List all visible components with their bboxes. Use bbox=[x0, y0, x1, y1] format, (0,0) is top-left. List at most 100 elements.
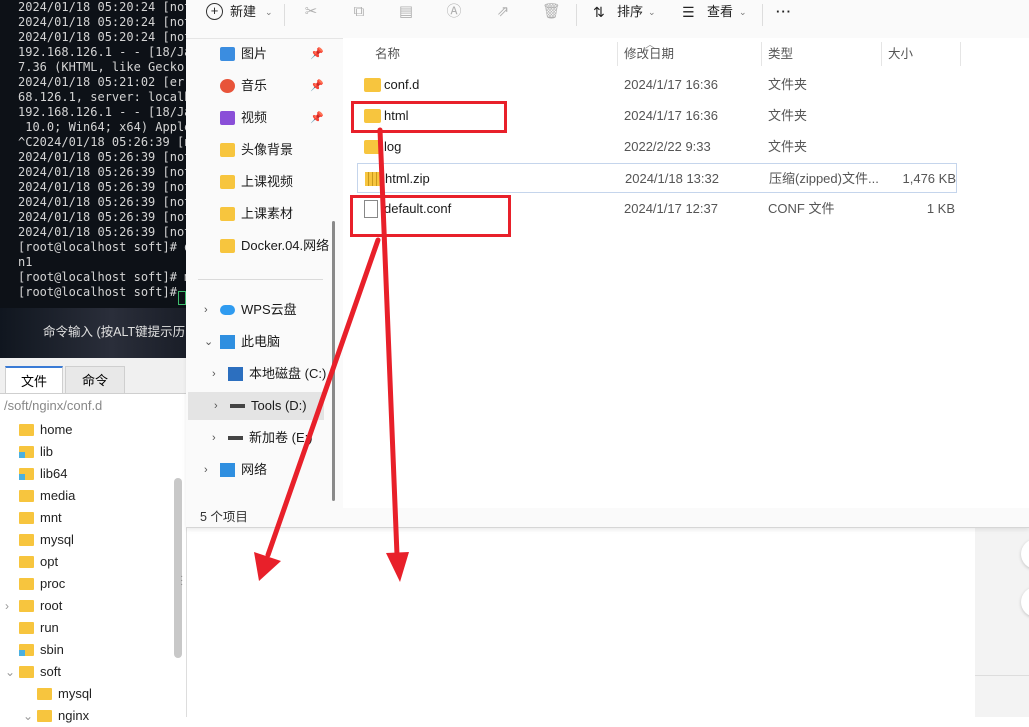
file-row[interactable]: html.zip 2024/1/18 13:32 压缩(zipped)文件... 1,… bbox=[357, 163, 957, 193]
nav-item-label: 新加卷 (E:) bbox=[249, 430, 313, 445]
file-row[interactable]: log 2022/2/22 9:33 文件夹 bbox=[357, 132, 957, 162]
terminal-line: ^C2024/01/18 05:26:39 [n bbox=[18, 135, 186, 149]
file-date: 2024/1/17 16:36 bbox=[624, 108, 718, 123]
nav-item-Tools (D:)[interactable]: › Tools (D:) bbox=[188, 392, 324, 420]
nav-item-label: WPS云盘 bbox=[241, 302, 297, 317]
nav-divider bbox=[198, 279, 323, 280]
chevron-down-icon[interactable]: ⌄ bbox=[23, 705, 33, 727]
tree-item-proc[interactable]: proc bbox=[0, 573, 172, 595]
terminal-line: 2024/01/18 05:26:39 [not bbox=[18, 195, 186, 209]
tree-item-lib64[interactable]: lib64 bbox=[0, 463, 172, 485]
tree-item-sbin[interactable]: sbin bbox=[0, 639, 172, 661]
path-input[interactable]: /soft/nginx/conf.d bbox=[4, 396, 179, 416]
tree-item-soft[interactable]: ⌄ soft bbox=[0, 661, 172, 683]
chevron-right-icon[interactable]: › bbox=[212, 360, 216, 388]
share-icon[interactable]: ⇗ bbox=[495, 4, 511, 20]
tree-item-mnt[interactable]: mnt bbox=[0, 507, 172, 529]
folder-icon bbox=[37, 688, 52, 700]
pc-icon bbox=[220, 335, 235, 349]
nav-item-视频[interactable]: 视频 📌 bbox=[186, 104, 336, 132]
column-name-header[interactable]: 名称 bbox=[375, 44, 400, 64]
tree-item-nginx[interactable]: ⌄ nginx bbox=[0, 705, 172, 727]
pin-icon: 📌 bbox=[310, 48, 324, 60]
chevron-right-icon[interactable]: › bbox=[212, 424, 216, 452]
chevron-right-icon[interactable]: › bbox=[204, 456, 208, 484]
tree-item-home[interactable]: home bbox=[0, 419, 172, 441]
command-input[interactable]: 命令输入 (按ALT键提示历 bbox=[0, 318, 186, 346]
tree-item-mysql[interactable]: mysql bbox=[0, 529, 172, 551]
drive-c-icon bbox=[228, 367, 243, 381]
tab-files[interactable]: 文件 bbox=[5, 366, 63, 393]
nav-item-上课视频[interactable]: 上课视频 bbox=[186, 168, 336, 196]
tree-item-label: mysql bbox=[40, 532, 74, 547]
nav-item-音乐[interactable]: 音乐 📌 bbox=[186, 72, 336, 100]
folder-icon bbox=[19, 644, 34, 656]
chevron-right-icon[interactable]: › bbox=[204, 296, 208, 324]
column-separator[interactable] bbox=[881, 42, 882, 66]
chevron-down-icon[interactable]: ⌄ bbox=[5, 661, 15, 683]
folder-icon bbox=[19, 622, 34, 634]
rename-icon[interactable]: Ⓐ bbox=[446, 4, 462, 20]
folder-icon bbox=[19, 600, 34, 612]
nav-item-上课素材[interactable]: 上课素材 bbox=[186, 200, 336, 228]
chevron-right-icon[interactable]: › bbox=[5, 595, 9, 617]
annotation-box-html bbox=[351, 101, 507, 133]
chevron-down-icon: ⌄ bbox=[739, 7, 747, 17]
tree-item-label: root bbox=[40, 598, 63, 613]
column-separator[interactable] bbox=[960, 42, 961, 66]
column-separator[interactable] bbox=[617, 42, 618, 66]
tree-item-label: sbin bbox=[40, 642, 64, 657]
tree-item-label: nginx bbox=[58, 708, 90, 723]
file-size: 1 KB bbox=[926, 201, 955, 216]
sftp-file-panel: 文件 命令 /soft/nginx/conf.d home lib lib64 med… bbox=[0, 358, 187, 723]
background-window bbox=[186, 527, 976, 717]
chevron-right-icon[interactable]: › bbox=[214, 392, 218, 420]
tree-item-media[interactable]: media bbox=[0, 485, 172, 507]
splitter-handle[interactable]: · · · bbox=[180, 572, 183, 590]
file-row[interactable]: conf.d 2024/1/17 16:36 文件夹 bbox=[357, 70, 957, 100]
tab-commands[interactable]: 命令 bbox=[65, 366, 125, 393]
terminal-window[interactable]: 2024/01/18 05:20:24 [not 2024/01/18 05:20… bbox=[0, 0, 186, 358]
toolbar-separator bbox=[284, 4, 285, 26]
column-size-header[interactable]: 大小 bbox=[888, 44, 913, 64]
copy-icon[interactable]: ⧉ bbox=[351, 4, 367, 20]
background-side-panel bbox=[975, 527, 1029, 717]
column-type-header[interactable]: 类型 bbox=[768, 44, 793, 64]
tree-item-label: media bbox=[40, 488, 76, 503]
folder-icon bbox=[220, 175, 235, 189]
nav-item-图片[interactable]: 图片 📌 bbox=[186, 40, 336, 68]
column-separator[interactable] bbox=[761, 42, 762, 66]
side-round-button[interactable] bbox=[1021, 587, 1029, 617]
nav-item-网络[interactable]: › 网络 bbox=[186, 456, 336, 484]
tree-scrollbar[interactable] bbox=[174, 478, 182, 658]
tree-item-root[interactable]: › root bbox=[0, 595, 172, 617]
videos-icon bbox=[220, 111, 235, 125]
tree-item-opt[interactable]: opt bbox=[0, 551, 172, 573]
chevron-down-icon[interactable]: ⌄ bbox=[204, 328, 213, 356]
tree-item-run[interactable]: run bbox=[0, 617, 172, 639]
nav-item-此电脑[interactable]: ⌄ 此电脑 bbox=[186, 328, 336, 356]
nav-item-本地磁盘 (C:)[interactable]: › 本地磁盘 (C:) bbox=[186, 360, 336, 388]
terminal-line: 10.0; Win64; x64) Apple bbox=[18, 120, 186, 134]
nav-item-Docker.04.网络[interactable]: Docker.04.网络 bbox=[186, 232, 336, 260]
column-date-header[interactable]: 修改日期 bbox=[624, 44, 674, 64]
delete-icon[interactable]: 🗑 bbox=[542, 4, 561, 20]
more-options-button[interactable]: ··· bbox=[776, 0, 792, 24]
cut-icon[interactable]: ✂ bbox=[303, 4, 319, 20]
file-name: log bbox=[384, 139, 402, 154]
nav-item-label: 此电脑 bbox=[241, 334, 281, 349]
paste-icon[interactable]: ▤ bbox=[398, 4, 414, 20]
tree-item-lib[interactable]: lib bbox=[0, 441, 172, 463]
nav-item-WPS云盘[interactable]: › WPS云盘 bbox=[186, 296, 336, 324]
folder-icon bbox=[364, 140, 381, 154]
tree-item-label: mysql bbox=[58, 686, 92, 701]
file-date: 2024/1/17 16:36 bbox=[624, 77, 718, 92]
side-round-button[interactable] bbox=[1021, 539, 1029, 569]
tree-item-mysql[interactable]: mysql bbox=[0, 683, 172, 705]
nav-item-头像背景[interactable]: 头像背景 bbox=[186, 136, 336, 164]
tree-item-label: opt bbox=[40, 554, 59, 569]
nav-item-label: 本地磁盘 (C:) bbox=[249, 366, 327, 381]
tree-item-label: home bbox=[40, 422, 73, 437]
nav-item-新加卷 (E:)[interactable]: › 新加卷 (E:) bbox=[186, 424, 336, 452]
cloud-icon bbox=[220, 305, 235, 315]
